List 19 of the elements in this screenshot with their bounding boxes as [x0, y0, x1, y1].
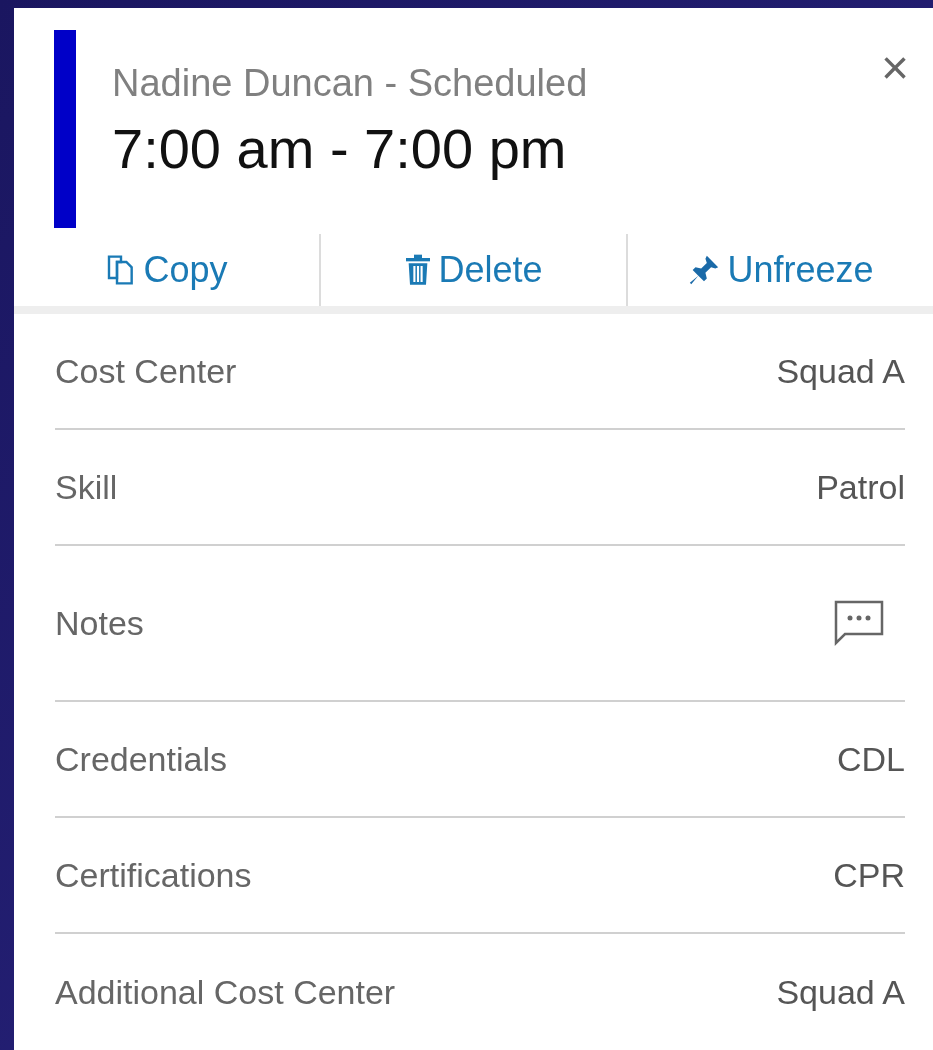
- shift-time: 7:00 am - 7:00 pm: [112, 116, 568, 182]
- close-button[interactable]: ×: [880, 44, 909, 92]
- field-label: Credentials: [55, 738, 227, 780]
- field-label: Additional Cost Center: [55, 971, 396, 1013]
- field-label: Certifications: [55, 854, 252, 896]
- pin-button[interactable]: Unfreeze: [687, 243, 874, 297]
- copy-button[interactable]: Copy: [105, 243, 228, 297]
- field-value: Patrol: [816, 466, 905, 508]
- field-value: CPR: [833, 854, 905, 896]
- delete-button[interactable]: Delete: [404, 243, 543, 297]
- field-label: Notes: [55, 602, 144, 644]
- field-value: Squad A: [776, 971, 905, 1013]
- field-value: CDL: [836, 738, 905, 780]
- comment-icon[interactable]: [833, 599, 885, 647]
- field-label: Skill: [55, 466, 118, 508]
- field-value: Squad A: [776, 350, 905, 392]
- shift-title: Nadine Duncan - Scheduled: [112, 61, 589, 106]
- trash-icon: [404, 254, 433, 286]
- field-label: Cost Center: [55, 350, 237, 392]
